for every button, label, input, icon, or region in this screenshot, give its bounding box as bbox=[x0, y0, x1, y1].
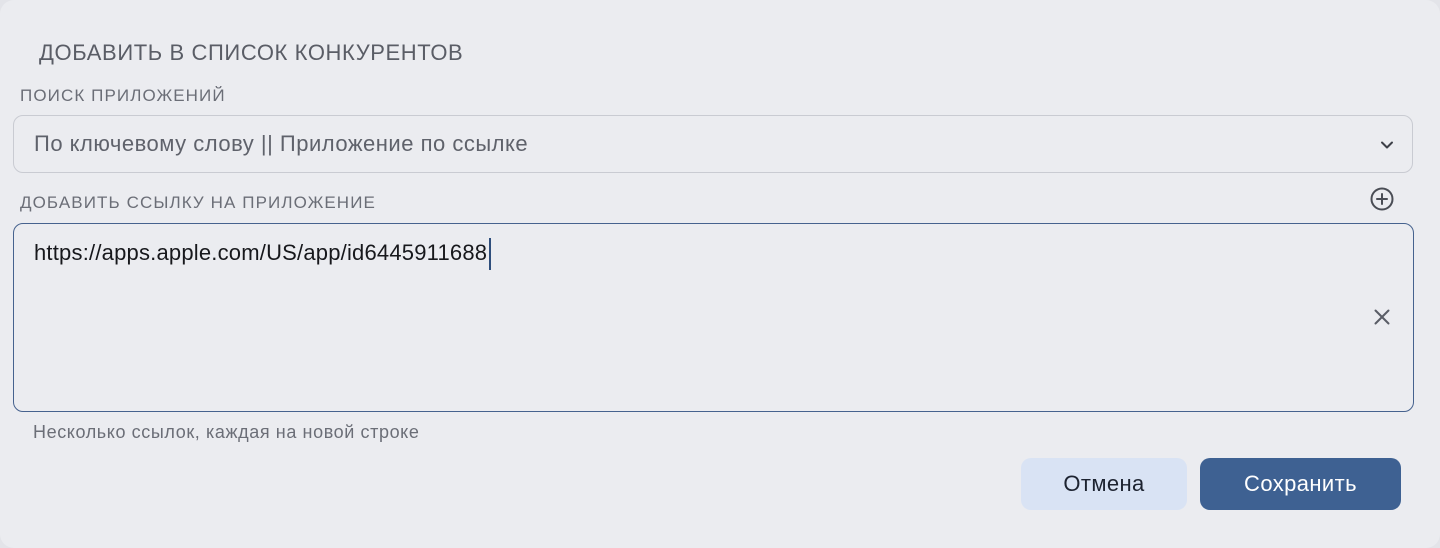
app-link-textarea[interactable]: https://apps.apple.com/US/app/id64459116… bbox=[13, 223, 1414, 412]
chevron-down-icon bbox=[1378, 136, 1396, 154]
search-mode-select[interactable]: По ключевому слову || Приложение по ссыл… bbox=[13, 115, 1413, 173]
save-button[interactable]: Сохранить bbox=[1200, 458, 1401, 510]
text-caret bbox=[489, 238, 492, 270]
dialog-title: ДОБАВИТЬ В СПИСОК КОНКУРЕНТОВ bbox=[39, 40, 464, 65]
close-icon[interactable] bbox=[1373, 308, 1391, 326]
add-competitor-dialog: ДОБАВИТЬ В СПИСОК КОНКУРЕНТОВ ПОИСК ПРИЛ… bbox=[0, 0, 1440, 548]
search-mode-value: По ключевому слову || Приложение по ссыл… bbox=[34, 131, 529, 156]
search-apps-label: ПОИСК ПРИЛОЖЕНИЙ bbox=[20, 86, 226, 105]
add-link-label: ДОБАВИТЬ ССЫЛКУ НА ПРИЛОЖЕНИЕ bbox=[20, 193, 376, 212]
cancel-button[interactable]: Отмена bbox=[1021, 458, 1187, 510]
app-link-value: https://apps.apple.com/US/app/id64459116… bbox=[34, 240, 488, 266]
plus-circle-icon[interactable] bbox=[1369, 186, 1395, 212]
helper-text: Несколько ссылок, каждая на новой строке bbox=[33, 422, 420, 442]
